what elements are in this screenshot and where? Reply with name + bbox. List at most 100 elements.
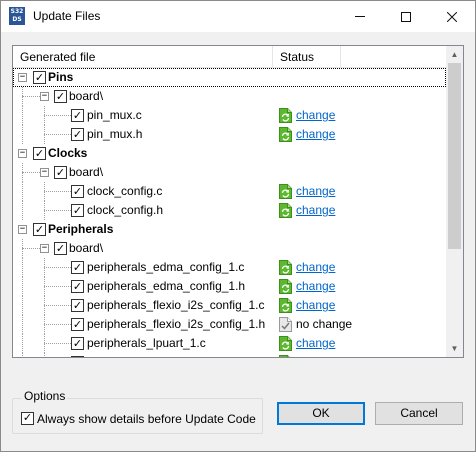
file-checkbox[interactable]: ✓	[71, 204, 84, 217]
generated-files-tree[interactable]: Generated file Status − ✓ Pins − ✓ board\ ✓ pin…	[12, 45, 464, 358]
file-checkbox[interactable]: ✓	[71, 261, 84, 274]
vertical-scrollbar[interactable]: ▲ ▼	[446, 46, 463, 357]
file-label: peripherals_edma_config_1.h	[87, 279, 246, 293]
change-link[interactable]: change	[296, 355, 335, 357]
tree-connector	[22, 315, 23, 334]
tree-connector	[22, 125, 23, 144]
file-checkbox[interactable]: ✓	[71, 185, 84, 198]
file-checkbox[interactable]: ✓	[71, 109, 84, 122]
tree-row[interactable]: ✓ pin_mux.c change	[13, 106, 446, 125]
file-label: Peripherals	[48, 222, 114, 236]
collapse-toggle-icon[interactable]: −	[18, 149, 27, 158]
tree-row[interactable]: ✓ peripherals_edma_config_1.c change	[13, 258, 446, 277]
file-checkbox[interactable]: ✓	[33, 71, 46, 84]
file-checkbox[interactable]: ✓	[71, 299, 84, 312]
close-button[interactable]	[429, 1, 475, 32]
tree-connector	[22, 201, 23, 220]
tree-connector	[44, 334, 45, 353]
file-checkbox[interactable]: ✓	[33, 147, 46, 160]
tree-connector	[44, 134, 71, 135]
tree-connector	[22, 96, 40, 97]
file-label: peripherals_edma_config_1.c	[87, 260, 245, 274]
tree-rows: − ✓ Pins − ✓ board\ ✓ pin_mux.c change ✓ pin_mux.h…	[13, 68, 446, 357]
scroll-down-arrow-icon[interactable]: ▼	[446, 340, 463, 357]
tree-row[interactable]: ✓ pin_mux.h change	[13, 125, 446, 144]
tree-row[interactable]: ✓ peripherals_flexio_i2s_config_1.c change	[13, 296, 446, 315]
tree-row[interactable]: − ✓ Clocks	[13, 144, 446, 163]
tree-connector	[44, 296, 45, 315]
file-checkbox[interactable]: ✓	[71, 318, 84, 331]
tree-connector	[22, 334, 23, 353]
tree-connector	[44, 315, 45, 334]
tree-connector	[22, 239, 23, 258]
ok-button[interactable]: OK	[277, 402, 365, 425]
maximize-button[interactable]	[383, 1, 429, 32]
always-show-details-label[interactable]: Always show details before Update Code	[37, 412, 256, 426]
tree-row[interactable]: ✓ clock_config.c change	[13, 182, 446, 201]
file-change-icon	[279, 260, 292, 275]
change-link[interactable]: change	[296, 298, 335, 312]
file-change-icon	[279, 108, 292, 123]
options-group: Options ✓ Always show details before Upd…	[12, 389, 263, 434]
collapse-toggle-icon[interactable]: −	[18, 225, 27, 234]
file-checkbox[interactable]: ✓	[54, 242, 67, 255]
tree-connector	[44, 267, 71, 268]
collapse-toggle-icon[interactable]: −	[40, 168, 49, 177]
file-checkbox[interactable]: ✓	[54, 166, 67, 179]
tree-connector	[44, 343, 71, 344]
tree-row[interactable]: − ✓ Peripherals	[13, 220, 446, 239]
change-link[interactable]: change	[296, 260, 335, 274]
collapse-toggle-icon[interactable]: −	[40, 92, 49, 101]
tree-row[interactable]: − ✓ Pins	[13, 68, 446, 87]
change-link[interactable]: change	[296, 336, 335, 350]
options-legend: Options	[22, 389, 68, 403]
close-icon	[447, 11, 457, 22]
collapse-toggle-icon[interactable]: −	[40, 244, 49, 253]
file-checkbox[interactable]: ✓	[71, 280, 84, 293]
change-link[interactable]: change	[296, 108, 335, 122]
tree-connector	[44, 286, 71, 287]
file-change-icon	[279, 355, 292, 357]
collapse-toggle-icon[interactable]: −	[18, 73, 27, 82]
tree-connector	[44, 210, 71, 211]
tree-row[interactable]: − ✓ board\	[13, 239, 446, 258]
s32ds-app-icon: S32 DS	[9, 7, 25, 25]
tree-connector	[22, 87, 23, 106]
file-checkbox[interactable]: ✓	[71, 337, 84, 350]
scroll-up-arrow-icon[interactable]: ▲	[446, 46, 463, 63]
tree-row[interactable]: ✓ peripherals_lpuart_1.c change	[13, 334, 446, 353]
change-link[interactable]: change	[296, 279, 335, 293]
minimize-icon	[355, 16, 365, 17]
tree-row[interactable]: ✓peripherals_lpuart_1.h change	[13, 353, 446, 357]
cancel-button[interactable]: Cancel	[375, 402, 463, 425]
file-checkbox[interactable]: ✓	[71, 128, 84, 141]
tree-row[interactable]: ✓ peripherals_edma_config_1.h change	[13, 277, 446, 296]
maximize-icon	[401, 11, 411, 22]
column-header-status[interactable]: Status	[273, 46, 341, 68]
column-header-generated-file[interactable]: Generated file	[13, 46, 273, 68]
file-change-icon	[279, 127, 292, 142]
always-show-details-checkbox[interactable]: ✓	[21, 412, 34, 425]
tree-connector	[22, 163, 23, 182]
change-link[interactable]: change	[296, 203, 335, 217]
tree-connector	[44, 353, 45, 357]
file-checkbox[interactable]: ✓	[33, 223, 46, 236]
file-label: peripherals_lpuart_1.c	[87, 336, 206, 350]
minimize-button[interactable]	[337, 1, 383, 32]
tree-connector	[22, 106, 23, 125]
change-link[interactable]: change	[296, 184, 335, 198]
file-checkbox[interactable]: ✓	[54, 90, 67, 103]
tree-connector	[44, 106, 45, 125]
file-change-icon	[279, 203, 292, 218]
tree-connector	[44, 277, 45, 296]
tree-row[interactable]: − ✓ board\	[13, 87, 446, 106]
tree-connector	[22, 172, 40, 173]
file-checkbox[interactable]: ✓	[71, 356, 84, 357]
tree-row[interactable]: ✓ clock_config.h change	[13, 201, 446, 220]
change-link[interactable]: change	[296, 127, 335, 141]
scrollbar-thumb[interactable]	[448, 63, 461, 249]
title-bar: S32 DS Update Files	[1, 1, 475, 32]
tree-row[interactable]: − ✓ board\	[13, 163, 446, 182]
file-label: pin_mux.h	[87, 127, 143, 141]
tree-row[interactable]: ✓ peripherals_flexio_i2s_config_1.h no cha…	[13, 315, 446, 334]
